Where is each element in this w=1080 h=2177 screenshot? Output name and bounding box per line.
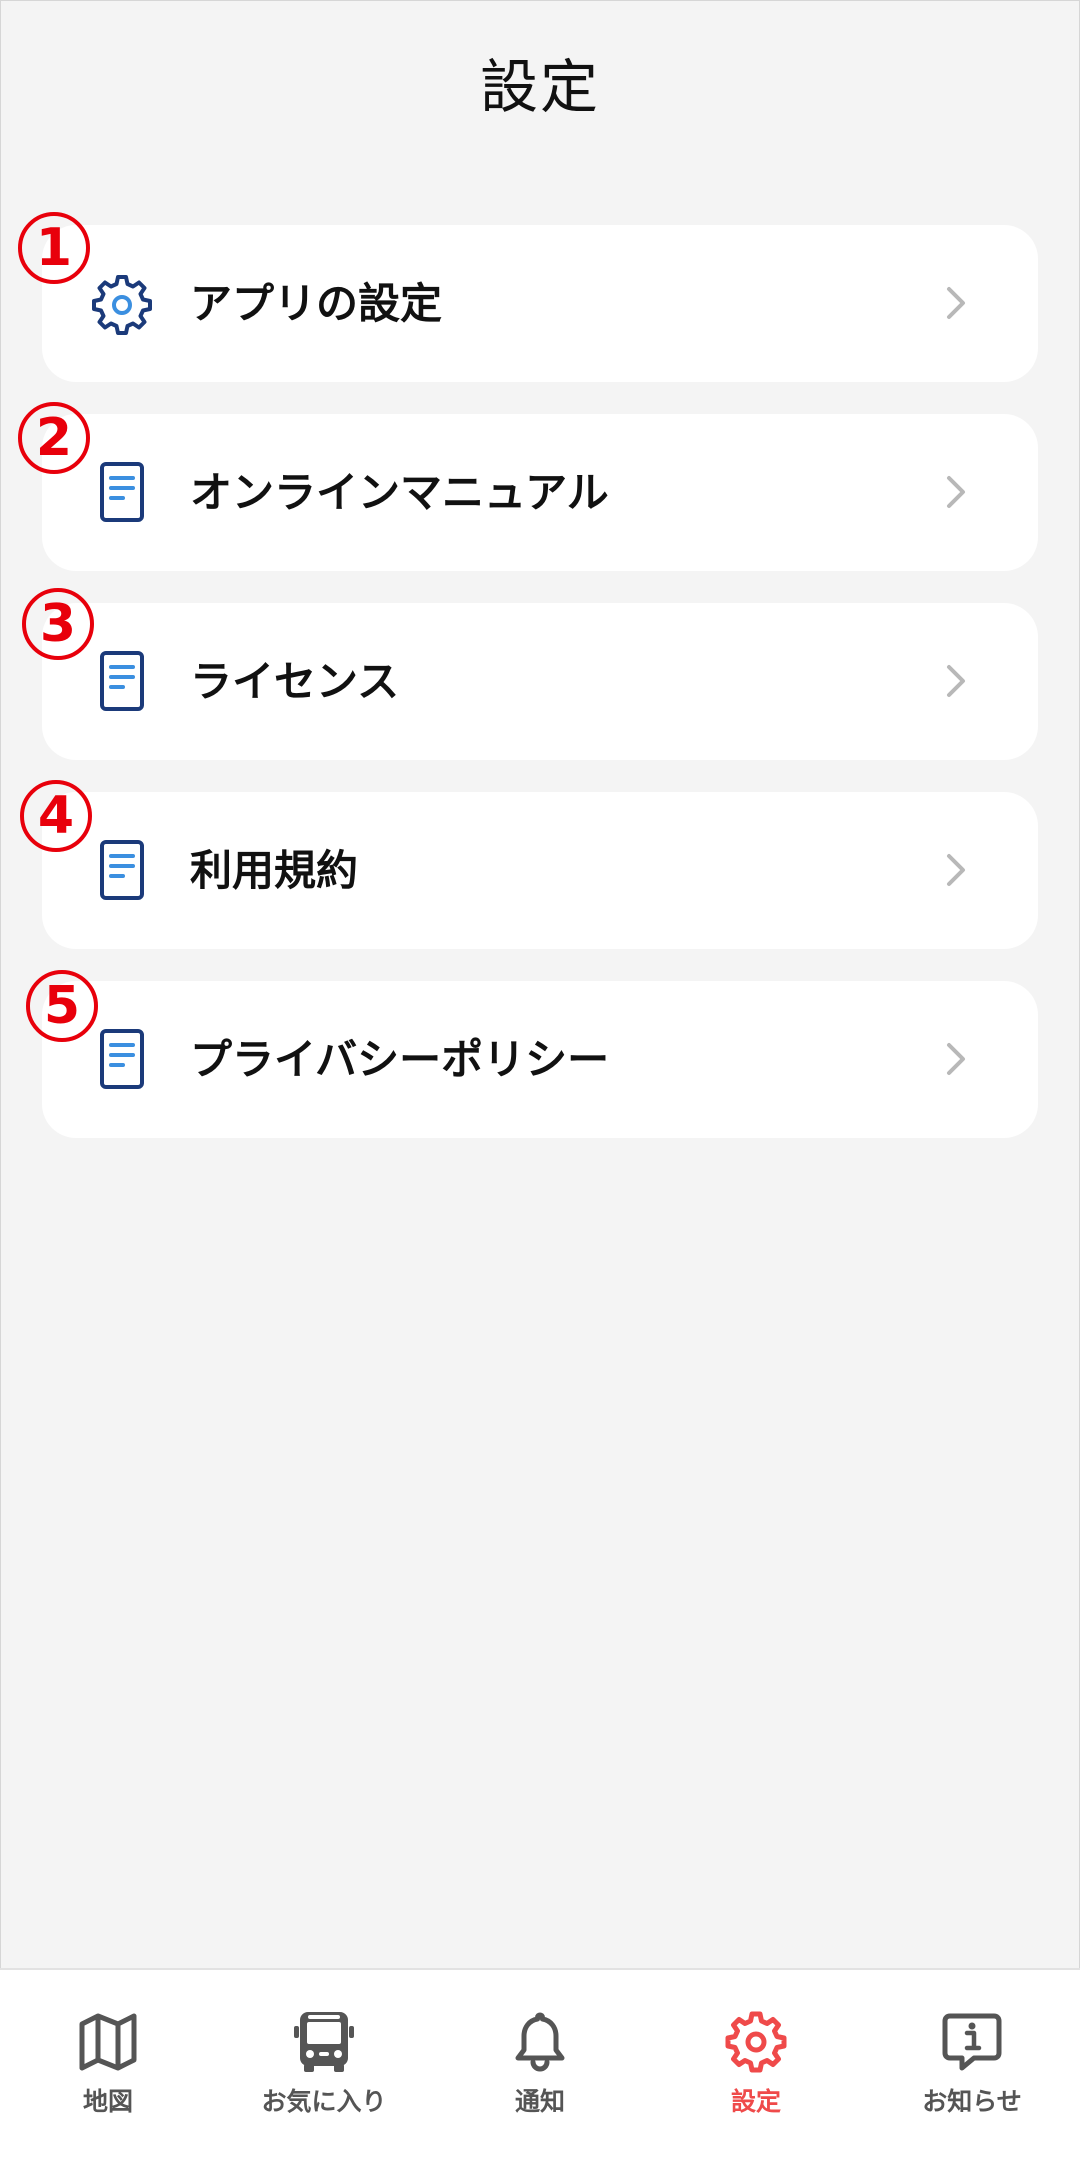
annotation-badge: 5	[26, 970, 98, 1042]
tab-label: 設定	[730, 2087, 781, 2116]
settings-item-app-settings[interactable]: アプリの設定	[42, 225, 1038, 382]
gear-icon	[90, 271, 154, 335]
tab-label: 通知	[514, 2087, 565, 2116]
chevron-right-icon	[934, 281, 978, 325]
info-bubble-icon	[940, 2010, 1004, 2074]
settings-item-label: 利用規約	[190, 846, 359, 895]
chevron-right-icon	[934, 659, 978, 703]
bus-icon	[292, 2010, 356, 2074]
document-icon	[90, 460, 154, 524]
bottom-tab-bar: 地図 お気に入り 通知 設定 お知らせ	[0, 1968, 1080, 2177]
chevron-right-icon	[934, 470, 978, 514]
settings-item-online-manual[interactable]: オンラインマニュアル	[42, 414, 1038, 571]
settings-item-terms-of-use[interactable]: 利用規約	[42, 792, 1038, 949]
settings-item-label: オンラインマニュアル	[190, 468, 609, 517]
annotation-badge: 2	[18, 402, 90, 474]
tab-notifications[interactable]: 通知	[432, 1970, 648, 2160]
map-icon	[76, 2010, 140, 2074]
tab-settings[interactable]: 設定	[648, 1970, 864, 2160]
tab-favorites[interactable]: お気に入り	[216, 1970, 432, 2160]
gear-icon	[724, 2010, 788, 2074]
annotation-badge: 4	[20, 780, 92, 852]
settings-item-privacy-policy[interactable]: プライバシーポリシー	[42, 981, 1038, 1138]
tab-label: お気に入り	[261, 2087, 387, 2116]
document-icon	[90, 649, 154, 713]
settings-item-label: アプリの設定	[190, 279, 443, 328]
settings-item-label: プライバシーポリシー	[190, 1035, 610, 1084]
document-icon	[90, 838, 154, 902]
tab-label: お知らせ	[922, 2087, 1022, 2116]
tab-map[interactable]: 地図	[0, 1970, 216, 2160]
settings-list: アプリの設定 オンラインマニュアル ライセンス 利用規約 プライバシーポリシー …	[0, 0, 1080, 1200]
settings-item-license[interactable]: ライセンス	[42, 603, 1038, 760]
settings-item-label: ライセンス	[190, 657, 400, 706]
annotation-badge: 3	[22, 588, 94, 660]
chevron-right-icon	[934, 848, 978, 892]
tab-label: 地図	[82, 2087, 133, 2116]
chevron-right-icon	[934, 1037, 978, 1081]
bell-icon	[508, 2010, 572, 2074]
tab-announcements[interactable]: お知らせ	[864, 1970, 1080, 2160]
annotation-badge: 1	[18, 212, 90, 284]
document-icon	[90, 1027, 154, 1091]
